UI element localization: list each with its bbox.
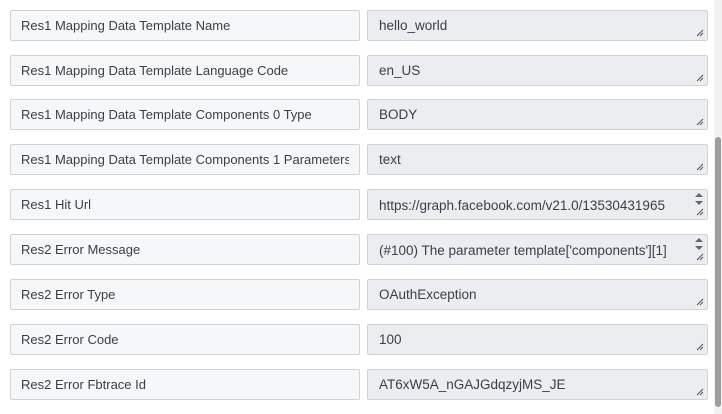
field-label-box: Res1 Mapping Data Template Language Code: [10, 55, 360, 86]
resize-handle-icon[interactable]: [696, 29, 704, 37]
scroll-arrows-icon[interactable]: [693, 192, 705, 206]
scroll-arrows-icon[interactable]: [693, 237, 705, 251]
field-value: https://graph.facebook.com/v21.0/1353043…: [379, 198, 665, 213]
resize-handle-icon[interactable]: [696, 208, 704, 216]
field-label: Res1 Mapping Data Template Name: [21, 18, 231, 33]
resize-handle-icon[interactable]: [696, 74, 704, 82]
field-value-textarea[interactable]: https://graph.facebook.com/v21.0/1353043…: [367, 189, 708, 220]
field-label: Res1 Hit Url: [21, 197, 92, 212]
field-label-box: Res2 Error Code: [10, 324, 360, 355]
field-label-box: Res2 Error Message: [10, 234, 360, 265]
page-scrollbar[interactable]: [714, 0, 722, 414]
field-list: Res1 Mapping Data Template Name hello_wo…: [0, 0, 712, 414]
field-label-box: Res1 Mapping Data Template Name: [10, 10, 360, 41]
resize-handle-icon[interactable]: [696, 253, 704, 261]
field-label: Res2 Error Message: [21, 242, 141, 257]
field-row-template-name: Res1 Mapping Data Template Name hello_wo…: [0, 10, 712, 41]
field-value: 100: [379, 332, 402, 347]
field-value-textarea[interactable]: BODY: [367, 99, 708, 130]
field-value: OAuthException: [379, 287, 477, 302]
field-value: hello_world: [379, 18, 448, 33]
field-label-box: Res2 Error Fbtrace Id: [10, 369, 360, 400]
resize-handle-icon[interactable]: [696, 343, 704, 351]
field-row-error-fbtrace-id: Res2 Error Fbtrace Id AT6xW5A_nGAJGdqzyj…: [0, 369, 712, 400]
field-value-textarea[interactable]: (#100) The parameter template['component…: [367, 234, 708, 265]
resize-handle-icon[interactable]: [696, 388, 704, 396]
field-label-box: Res1 Mapping Data Template Components 1 …: [10, 144, 360, 175]
field-row-template-language-code: Res1 Mapping Data Template Language Code…: [0, 55, 712, 86]
resize-handle-icon[interactable]: [696, 298, 704, 306]
resize-handle-icon[interactable]: [696, 118, 704, 126]
field-label: Res1 Mapping Data Template Components 0 …: [21, 107, 312, 122]
field-value-textarea[interactable]: hello_world: [367, 10, 708, 41]
field-label: Res2 Error Fbtrace Id: [21, 377, 146, 392]
resize-handle-icon[interactable]: [696, 163, 704, 171]
field-label: Res2 Error Code: [21, 332, 119, 347]
field-label: Res1 Mapping Data Template Language Code: [21, 63, 289, 78]
field-row-error-type: Res2 Error Type OAuthException: [0, 279, 712, 310]
field-value-textarea[interactable]: AT6xW5A_nGAJGdqzyjMS_JE: [367, 369, 708, 400]
scrollbar-thumb[interactable]: [715, 137, 721, 407]
field-row-error-code: Res2 Error Code 100: [0, 324, 712, 355]
field-value-textarea[interactable]: en_US: [367, 55, 708, 86]
field-value: en_US: [379, 63, 421, 78]
field-label: Res2 Error Type: [21, 287, 116, 302]
field-value-textarea[interactable]: 100: [367, 324, 708, 355]
field-value: text: [379, 152, 401, 167]
field-row-components-1-parameters: Res1 Mapping Data Template Components 1 …: [0, 144, 712, 175]
field-value: BODY: [379, 107, 418, 122]
field-label: Res1 Mapping Data Template Components 1 …: [21, 152, 349, 167]
field-value-textarea[interactable]: OAuthException: [367, 279, 708, 310]
field-label-box: Res1 Hit Url: [10, 189, 360, 220]
field-label-box: Res2 Error Type: [10, 279, 360, 310]
field-row-error-message: Res2 Error Message (#100) The parameter …: [0, 234, 712, 265]
field-row-components-0-type: Res1 Mapping Data Template Components 0 …: [0, 99, 712, 130]
field-value-textarea[interactable]: text: [367, 144, 708, 175]
field-label-box: Res1 Mapping Data Template Components 0 …: [10, 99, 360, 130]
field-row-hit-url: Res1 Hit Url https://graph.facebook.com/…: [0, 189, 712, 220]
field-value: AT6xW5A_nGAJGdqzyjMS_JE: [379, 377, 566, 392]
field-value: (#100) The parameter template['component…: [379, 243, 667, 258]
